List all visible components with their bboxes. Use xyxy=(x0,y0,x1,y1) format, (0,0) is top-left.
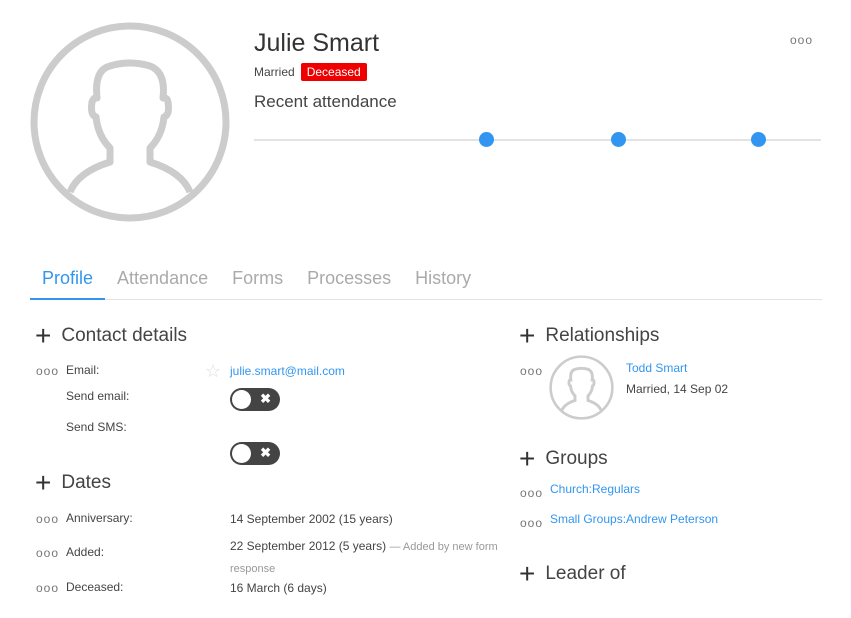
send-email-label: Send email: xyxy=(66,389,130,403)
contact-details-header[interactable]: + Contact details xyxy=(35,322,187,350)
relationships-header[interactable]: + Relationships xyxy=(519,322,659,350)
relationship-name-link[interactable]: Todd Smart xyxy=(626,361,687,375)
more-options-icon[interactable]: ooo xyxy=(36,546,59,560)
relationship-avatar[interactable] xyxy=(549,355,614,420)
status-row: Married Deceased xyxy=(254,63,367,81)
email-link[interactable]: julie.smart@mail.com xyxy=(230,364,345,378)
more-options-icon[interactable]: ooo xyxy=(520,486,543,500)
plus-icon: + xyxy=(519,558,536,589)
relationship-detail: Married, 14 Sep 02 xyxy=(626,382,729,396)
more-options-icon[interactable]: ooo xyxy=(520,364,543,378)
tab-bar: Profile Attendance Forms Processes Histo… xyxy=(30,268,822,300)
send-email-toggle[interactable]: ✖ xyxy=(230,388,280,411)
group-link[interactable]: Church:Regulars xyxy=(550,482,640,496)
deceased-label: Deceased: xyxy=(66,580,124,594)
attendance-dot[interactable] xyxy=(751,132,766,147)
person-name: Julie Smart xyxy=(254,29,380,57)
plus-icon: + xyxy=(35,320,52,351)
section-title: Groups xyxy=(545,448,608,469)
send-sms-toggle[interactable]: ✖ xyxy=(230,442,280,465)
tab-attendance[interactable]: Attendance xyxy=(105,268,220,300)
dates-header[interactable]: + Dates xyxy=(35,469,111,497)
attendance-timeline xyxy=(254,132,821,147)
attendance-dot[interactable] xyxy=(611,132,626,147)
section-title: Relationships xyxy=(545,325,660,346)
marital-status: Married xyxy=(254,65,295,79)
more-options-icon[interactable]: ooo xyxy=(36,512,59,526)
groups-header[interactable]: + Groups xyxy=(519,445,608,473)
leader-of-header[interactable]: + Leader of xyxy=(519,560,626,588)
recent-attendance-title: Recent attendance xyxy=(254,92,397,111)
send-sms-label: Send SMS: xyxy=(66,420,127,434)
more-options-icon[interactable]: ooo xyxy=(36,581,59,595)
x-icon: ✖ xyxy=(260,391,271,406)
tab-history[interactable]: History xyxy=(403,268,483,300)
plus-icon: + xyxy=(519,443,536,474)
tab-processes[interactable]: Processes xyxy=(295,268,403,300)
group-link[interactable]: Small Groups:Andrew Peterson xyxy=(550,512,718,526)
star-icon[interactable]: ☆ xyxy=(205,361,221,382)
section-title: Contact details xyxy=(61,325,188,346)
x-icon: ✖ xyxy=(260,445,271,460)
attendance-dot[interactable] xyxy=(479,132,494,147)
added-label: Added: xyxy=(66,545,105,559)
avatar xyxy=(30,22,230,222)
plus-icon: + xyxy=(519,320,536,351)
added-value: 22 September 2012 (5 years) — Added by n… xyxy=(230,536,500,580)
anniversary-label: Anniversary: xyxy=(66,511,133,525)
tab-forms[interactable]: Forms xyxy=(220,268,295,300)
plus-icon: + xyxy=(35,467,52,498)
email-label: Email: xyxy=(66,363,100,377)
deceased-badge: Deceased xyxy=(300,63,367,81)
deceased-value: 16 March (6 days) xyxy=(230,581,327,595)
added-date: 22 September 2012 (5 years) xyxy=(230,539,387,553)
more-options-icon[interactable]: ooo xyxy=(36,364,59,378)
anniversary-value: 14 September 2002 (15 years) xyxy=(230,512,393,526)
tab-profile[interactable]: Profile xyxy=(30,268,106,300)
section-title: Leader of xyxy=(545,563,626,584)
more-options-icon[interactable]: ooo xyxy=(520,516,543,530)
section-title: Dates xyxy=(61,472,111,493)
more-options-icon[interactable]: ooo xyxy=(790,33,813,47)
